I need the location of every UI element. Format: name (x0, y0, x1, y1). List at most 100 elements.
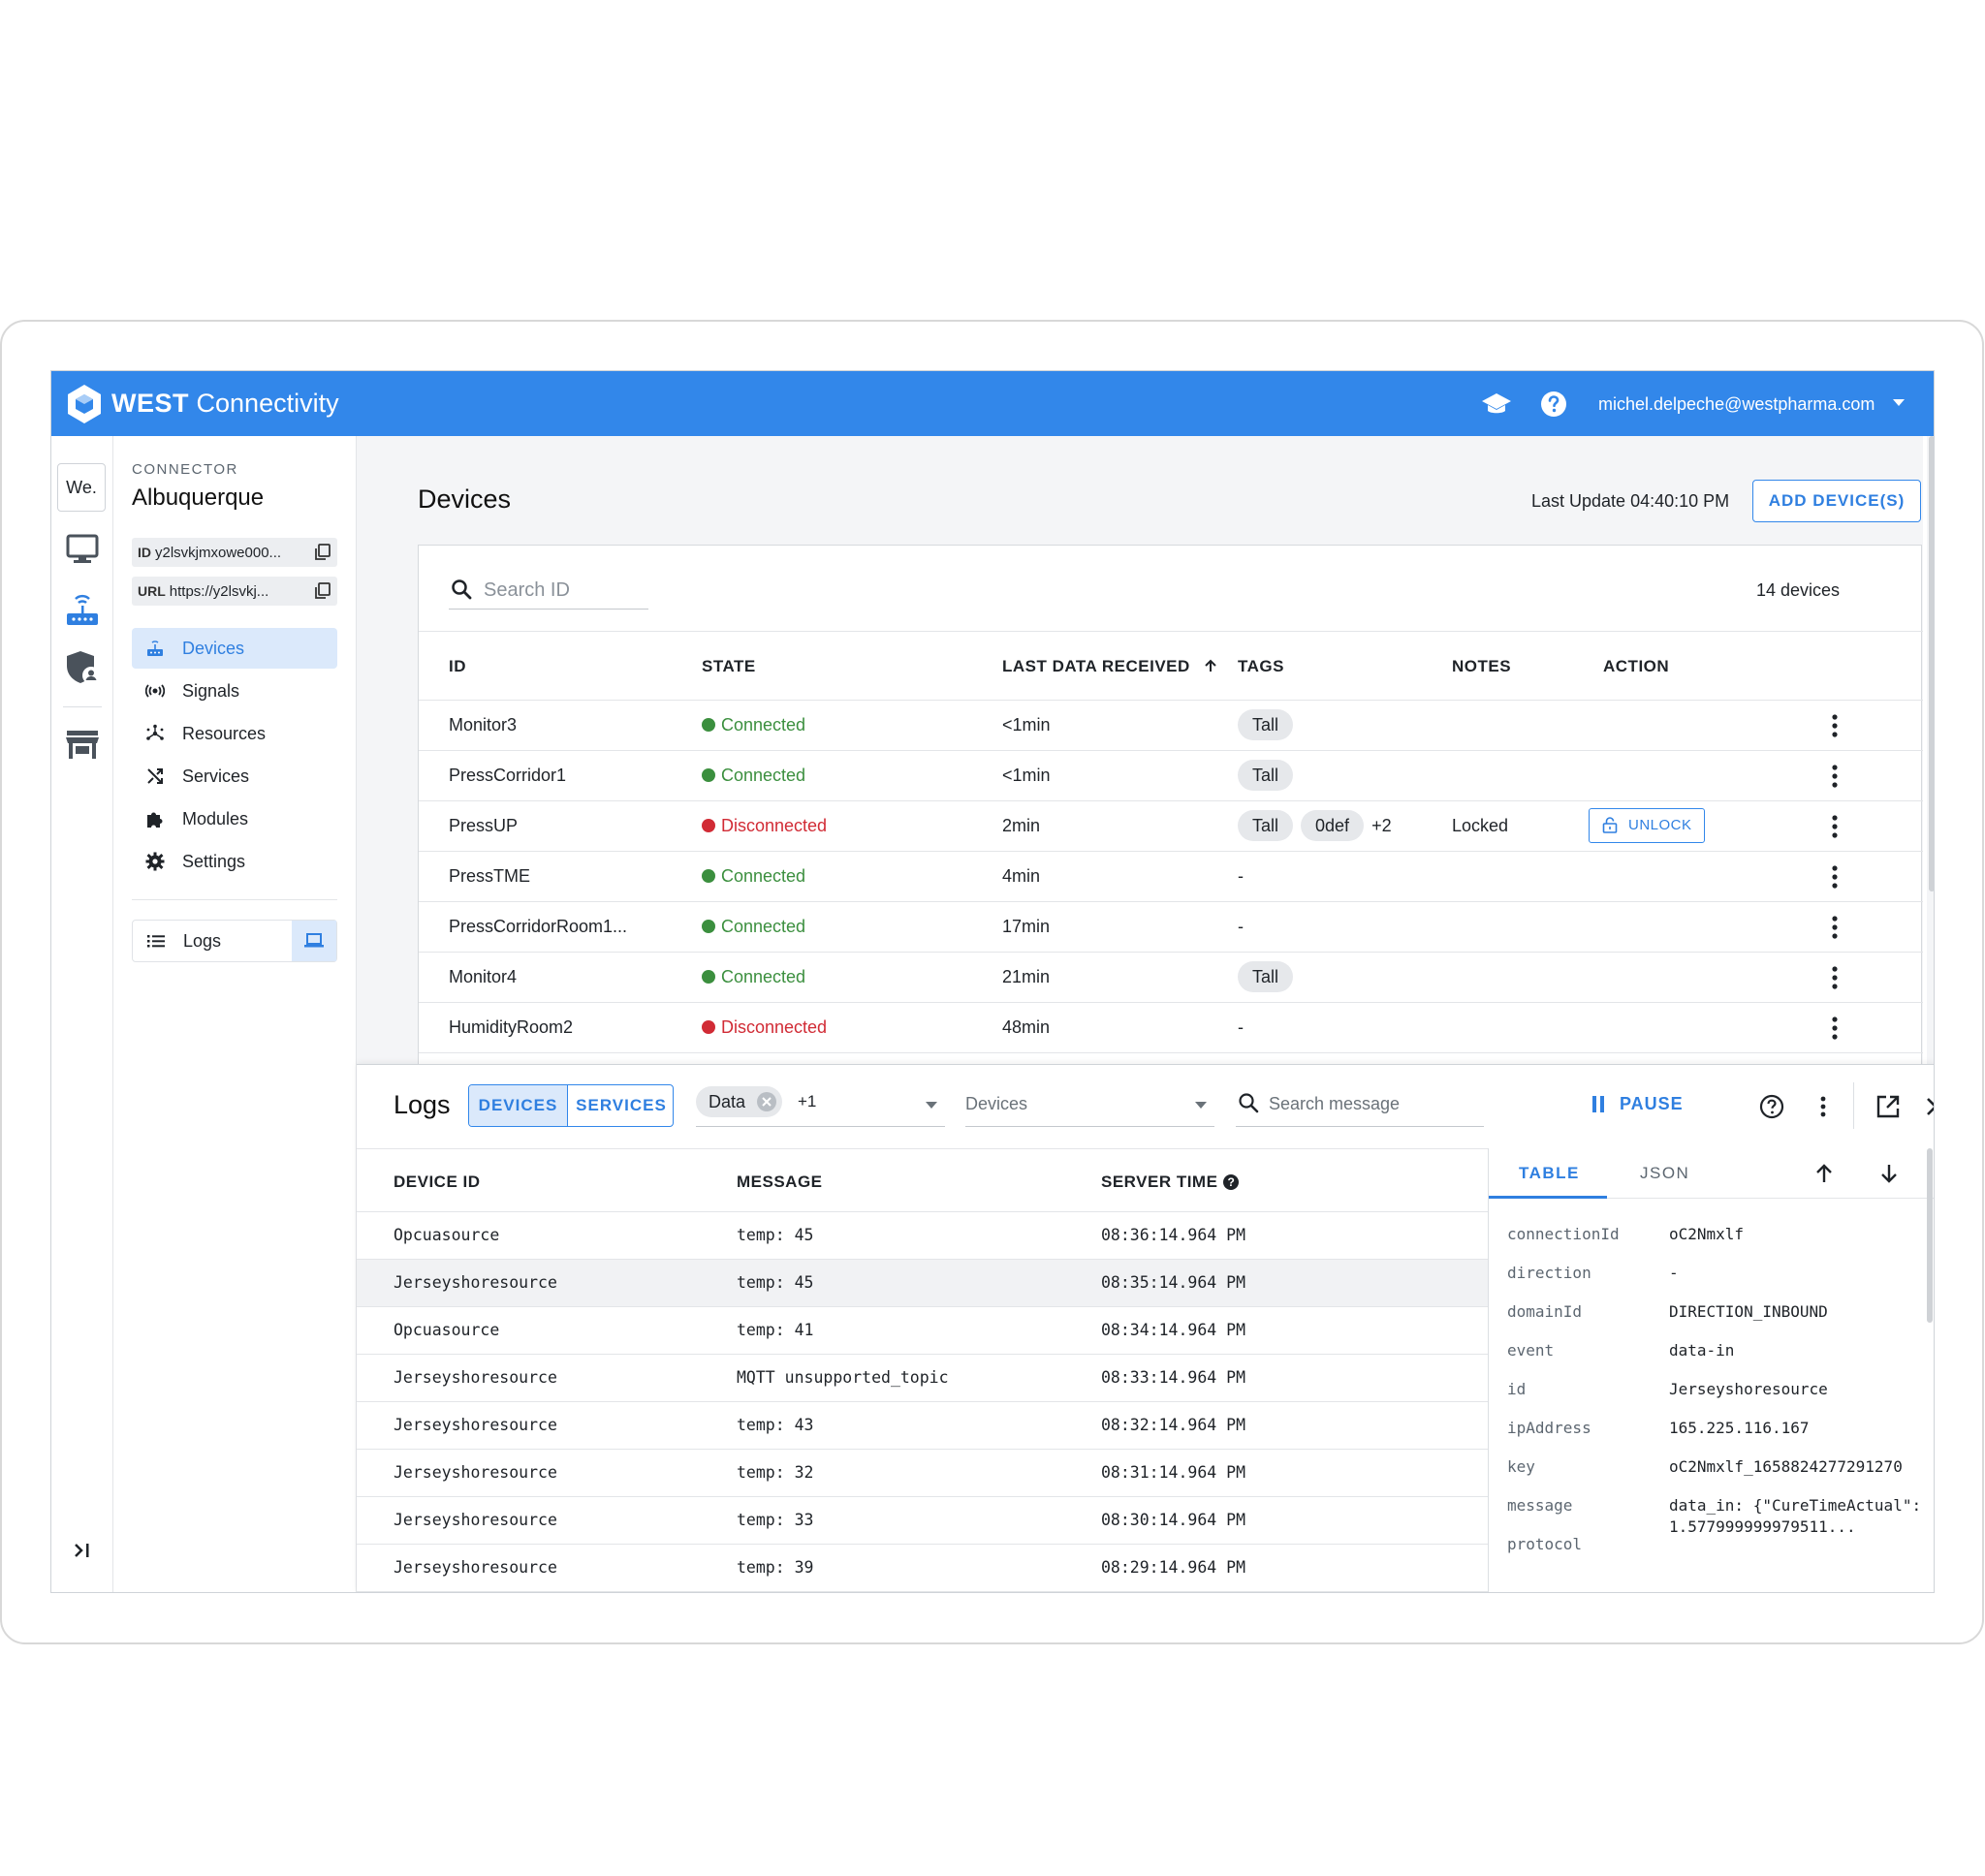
search-id-input[interactable]: Search ID (449, 569, 648, 610)
close-icon[interactable] (1923, 1094, 1935, 1119)
more-vertical-icon[interactable] (1832, 815, 1838, 838)
col-message[interactable]: MESSAGE (737, 1172, 823, 1192)
expand-sidebar-icon[interactable] (71, 1539, 94, 1562)
main-scrollbar-thumb[interactable] (1929, 436, 1934, 891)
col-state[interactable]: STATE (702, 657, 756, 676)
question-circle-icon[interactable] (1538, 389, 1569, 420)
monitor-icon[interactable] (63, 529, 102, 568)
user-menu[interactable]: michel.delpeche@westpharma.com (1598, 392, 1875, 416)
log-row[interactable]: Opcuasource temp: 41 08:34:14.964 PM (357, 1307, 1488, 1355)
col-notes[interactable]: NOTES (1452, 657, 1511, 676)
more-vertical-icon[interactable] (1832, 1016, 1838, 1040)
more-vertical-icon[interactable] (1832, 714, 1838, 737)
router-icon[interactable] (63, 590, 102, 629)
device-id[interactable]: PressTME (449, 866, 530, 887)
table-row[interactable]: PressCorridor1 Connected <1min Tall (419, 751, 1923, 801)
device-id[interactable]: Monitor4 (449, 967, 517, 987)
sidebar-item-label: Signals (182, 681, 240, 701)
sidebar-item-settings[interactable]: Settings (132, 841, 337, 882)
sidebar-item-modules[interactable]: Modules (132, 798, 337, 839)
detail-scrollbar-thumb[interactable] (1927, 1148, 1933, 1323)
col-last-data[interactable]: LAST DATA RECEIVED (1002, 657, 1218, 676)
store-icon[interactable] (63, 725, 102, 764)
app-rail: We. (51, 436, 113, 1592)
detail-field-value[interactable]: oC2Nmxlf_1658824277291270 (1669, 1456, 1931, 1478)
sidebar-item-devices[interactable]: Devices (132, 628, 337, 669)
help-icon[interactable]: ? (1223, 1174, 1240, 1190)
col-device-id[interactable]: DEVICE ID (394, 1172, 481, 1192)
shield-user-icon[interactable] (63, 647, 102, 686)
arrow-down-icon[interactable] (1877, 1162, 1901, 1185)
col-action[interactable]: ACTION (1603, 657, 1669, 676)
log-row[interactable]: Jerseyshoresource temp: 33 08:30:14.964 … (357, 1497, 1488, 1545)
tab-json[interactable]: JSON (1640, 1164, 1689, 1183)
arrow-up-icon[interactable] (1812, 1162, 1836, 1185)
table-row[interactable]: Monitor3 Connected <1min Tall (419, 701, 1923, 751)
device-id[interactable]: PressCorridorRoom1... (449, 917, 627, 937)
tab-services[interactable]: SERVICES (568, 1085, 673, 1126)
detail-field-value[interactable]: - (1669, 1263, 1931, 1284)
detail-field-value[interactable]: oC2Nmxlf (1669, 1224, 1931, 1245)
log-row[interactable]: Jerseyshoresource MQTT unsupported_topic… (357, 1355, 1488, 1402)
devices-select[interactable]: Devices (965, 1084, 1214, 1127)
table-row[interactable]: PressUP Disconnected 2min Tall 0def +2 Loc… (419, 801, 1923, 852)
detail-field-value[interactable]: Jerseyshoresource (1669, 1379, 1931, 1400)
open-external-icon[interactable] (1875, 1094, 1901, 1119)
connector-url-chip[interactable]: URL https://y2lsvkj... (132, 577, 337, 606)
graduation-cap-icon[interactable] (1481, 389, 1512, 420)
logs-panel-toggle[interactable] (292, 921, 336, 961)
col-server-time[interactable]: SERVER TIME? (1101, 1172, 1240, 1192)
help-circle-icon[interactable] (1759, 1094, 1784, 1119)
tag-chip[interactable]: Tall (1238, 709, 1294, 740)
more-vertical-icon[interactable] (1832, 916, 1838, 939)
workspace-switcher[interactable]: We. (57, 463, 106, 512)
more-vertical-icon[interactable] (1811, 1094, 1836, 1119)
event-type-select[interactable]: Data +1 (696, 1084, 945, 1127)
detail-field-value[interactable]: 165.225.116.167 (1669, 1418, 1931, 1439)
device-id[interactable]: PressUP (449, 816, 518, 836)
col-id[interactable]: ID (449, 657, 466, 676)
table-row[interactable]: PressCorridorRoom1... Connected 17min - (419, 902, 1923, 953)
add-devices-button[interactable]: ADD DEVICE(S) (1752, 480, 1921, 522)
log-row[interactable]: Opcuasource temp: 45 08:36:14.964 PM (357, 1212, 1488, 1260)
detail-field-value[interactable]: data-in (1669, 1340, 1931, 1361)
copy-icon[interactable] (314, 582, 331, 600)
sidebar-item-resources[interactable]: Resources (132, 713, 337, 754)
connector-id-chip[interactable]: ID y2lsvkjmxowe000... (132, 538, 337, 567)
tag-chip[interactable]: 0def (1301, 810, 1365, 841)
sidebar-item-logs[interactable]: Logs (132, 920, 337, 962)
pause-button[interactable]: PAUSE (1592, 1094, 1684, 1114)
tab-table[interactable]: TABLE (1519, 1164, 1580, 1183)
detail-field-value[interactable]: data_in: {"CureTimeActual":1.57799999997… (1669, 1495, 1931, 1538)
table-row[interactable]: Monitor4 Connected 21min Tall (419, 953, 1923, 1003)
col-server-time-label: SERVER TIME (1101, 1172, 1218, 1191)
tab-devices[interactable]: DEVICES (469, 1085, 568, 1126)
brand-name[interactable]: WEST Connectivity (111, 387, 339, 420)
device-state: Connected (702, 866, 805, 887)
log-row[interactable]: Jerseyshoresource temp: 45 08:35:14.964 … (357, 1260, 1488, 1307)
tag-chip[interactable]: Tall (1238, 760, 1294, 791)
table-row[interactable]: PressTME Connected 4min - (419, 852, 1923, 902)
more-vertical-icon[interactable] (1832, 966, 1838, 989)
device-id[interactable]: Monitor3 (449, 715, 517, 735)
more-vertical-icon[interactable] (1832, 865, 1838, 889)
more-vertical-icon[interactable] (1832, 765, 1838, 788)
tag-chip[interactable]: Tall (1238, 961, 1294, 992)
table-row[interactable]: HumidityRoom2 Disconnected 48min - (419, 1003, 1923, 1053)
copy-icon[interactable] (314, 544, 331, 561)
connector-name: Albuquerque (132, 485, 265, 511)
unlock-button[interactable]: UNLOCK (1589, 808, 1705, 843)
device-id[interactable]: HumidityRoom2 (449, 1017, 573, 1038)
col-tags[interactable]: TAGS (1238, 657, 1284, 676)
detail-field-value[interactable]: DIRECTION_INBOUND (1669, 1301, 1931, 1323)
log-row[interactable]: Jerseyshoresource temp: 43 08:32:14.964 … (357, 1402, 1488, 1450)
chevron-down-icon[interactable] (1893, 399, 1905, 406)
sidebar-item-services[interactable]: Services (132, 756, 337, 797)
log-row[interactable]: Jerseyshoresource temp: 32 08:31:14.964 … (357, 1450, 1488, 1497)
log-row[interactable]: Jerseyshoresource temp: 39 08:29:14.964 … (357, 1545, 1488, 1592)
sidebar-item-signals[interactable]: Signals (132, 671, 337, 711)
remove-chip-icon[interactable] (757, 1092, 777, 1111)
tag-chip[interactable]: Tall (1238, 810, 1294, 841)
device-id[interactable]: PressCorridor1 (449, 766, 566, 786)
search-message-input[interactable]: Search message (1236, 1084, 1484, 1127)
